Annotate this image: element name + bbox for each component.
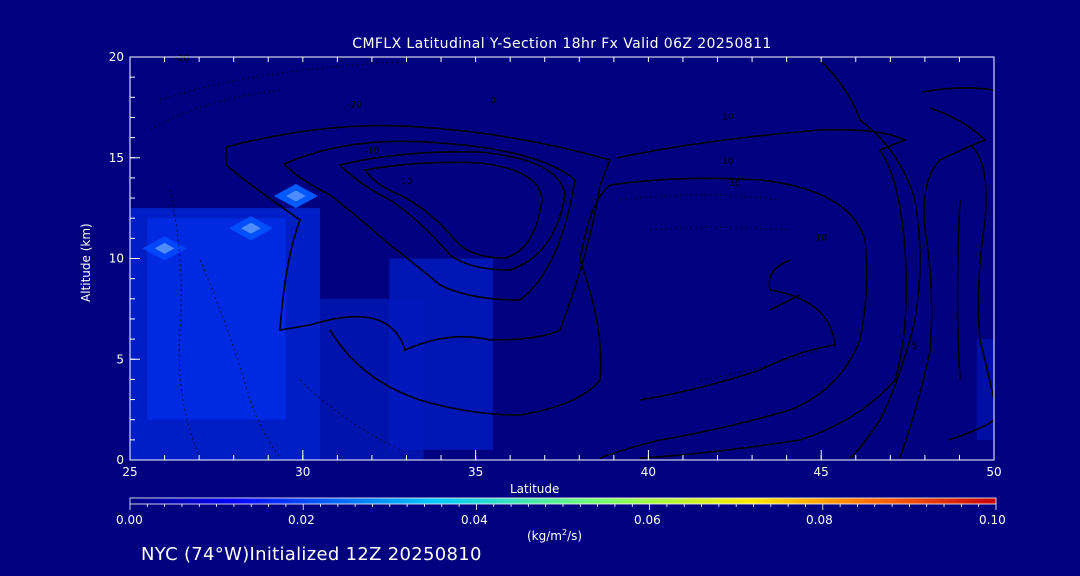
contour-label: 10 <box>722 157 734 167</box>
x-tick-label: 30 <box>295 465 310 479</box>
colorbar-tick: 0.08 <box>806 513 833 527</box>
contour-line <box>619 194 821 381</box>
colorbar-tick: 0.04 <box>461 513 488 527</box>
colorbar-units: (kg/m2/s) <box>527 528 582 543</box>
contour-label: 10 <box>729 179 741 189</box>
contour-line <box>616 128 908 459</box>
contour-line <box>282 140 576 301</box>
y-axis-label: Altitude (km) <box>79 223 93 302</box>
x-tick-label: 35 <box>468 465 483 479</box>
colorbar-tick: 0.02 <box>288 513 315 527</box>
x-tick-label: 40 <box>641 465 656 479</box>
x-axis-label: Latitude <box>510 482 560 496</box>
y-tick-label: 15 <box>109 151 124 165</box>
x-tick-label: 45 <box>814 465 829 479</box>
colorbar-tick: 0.10 <box>979 513 1006 527</box>
flux-field <box>130 183 994 460</box>
y-tick-label: 10 <box>109 252 124 266</box>
contour-label: -20 <box>174 54 189 64</box>
contour-label: 10 <box>401 177 413 187</box>
contour-line <box>363 161 543 259</box>
units-base: (kg/m <box>527 529 562 543</box>
colorbar-tick: 0.00 <box>116 513 143 527</box>
contour-line <box>639 259 836 401</box>
contour-label: 5 <box>912 342 918 352</box>
contour-label: 10 <box>815 233 827 243</box>
field-cell <box>389 258 493 450</box>
footer-caption: NYC (74°W)Initialized 12Z 20250810 <box>141 544 482 565</box>
contour-label: 10 <box>722 112 734 122</box>
contour-label: -10 <box>365 147 380 157</box>
x-tick-label: 25 <box>122 465 137 479</box>
contour-label: -20 <box>347 100 362 110</box>
y-tick-label: 20 <box>109 50 124 64</box>
contour-line <box>338 150 566 271</box>
colorbar-tick: 0.06 <box>634 513 661 527</box>
y-tick-label: 5 <box>116 352 124 366</box>
units-tail: /s) <box>567 529 583 543</box>
colorbar <box>129 497 997 505</box>
chart-title: CMFLX Latitudinal Y-Section 18hr Fx Vali… <box>352 36 772 52</box>
contour-label: 0 <box>490 96 496 106</box>
x-tick-label: 50 <box>986 465 1001 479</box>
y-tick-label: 0 <box>116 453 124 467</box>
